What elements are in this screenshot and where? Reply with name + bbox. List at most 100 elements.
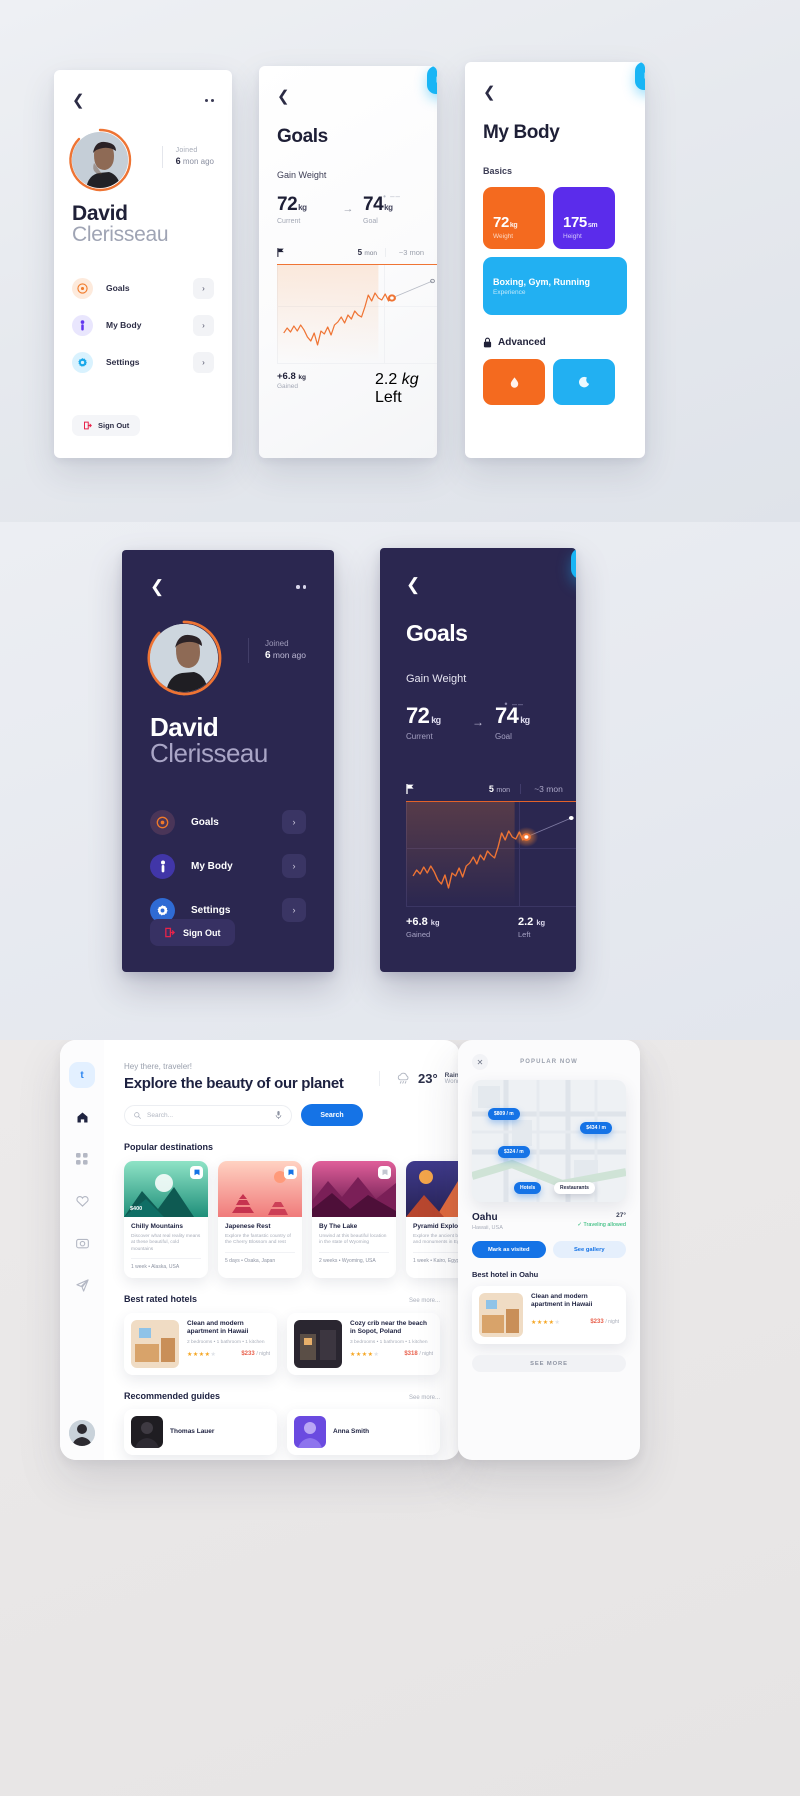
sign-out-label: Sign Out: [98, 421, 130, 430]
sidebar-item-goals[interactable]: Goals ›: [72, 273, 214, 303]
chevron-right-icon[interactable]: ›: [282, 810, 306, 834]
sign-out-button[interactable]: Sign Out: [72, 415, 141, 436]
user-avatar[interactable]: [69, 1420, 95, 1446]
hotel-sub: 3 bedrooms • 1 bathroom • 1 kitchen: [350, 1339, 428, 1345]
close-icon[interactable]: ✕: [472, 1054, 488, 1070]
more-dots-icon[interactable]: [296, 585, 306, 589]
joined-value-rest: mon ago: [180, 157, 214, 167]
chat-bubble-icon[interactable]: [635, 62, 645, 90]
rain-cloud-icon: [397, 1072, 409, 1084]
sidebar-item-label: Settings: [106, 357, 140, 367]
sidebar-item-grid[interactable]: [69, 1146, 95, 1172]
hotel-thumbnail: [294, 1319, 342, 1368]
chevron-right-icon[interactable]: ›: [282, 854, 306, 878]
map-price-pin[interactable]: $434 / m: [580, 1122, 612, 1134]
travel-phone: ✕ POPULAR NOW $809 / m $434 / m $324 / m…: [458, 1040, 640, 1460]
list-item[interactable]: Japenese Rest Explore the fantastic coun…: [218, 1161, 302, 1278]
elapsed-value: 5: [488, 783, 494, 794]
chat-bubble-icon[interactable]: [427, 66, 437, 94]
back-icon[interactable]: ❮: [406, 575, 420, 595]
map-graphic: [472, 1080, 626, 1202]
guide-name: Thomas Lauer: [170, 1428, 215, 1436]
weight-unit: kg: [509, 222, 518, 229]
search-icon: [134, 1111, 141, 1119]
bookmark-icon[interactable]: [190, 1166, 203, 1179]
hotel-sub: 2 bedrooms • 1 bathroom • 1 kitchen: [187, 1339, 265, 1345]
person-icon: [150, 853, 175, 879]
tile-weight[interactable]: 72kg Weight: [483, 187, 545, 249]
elapsed-value: 5: [357, 248, 363, 257]
microphone-icon[interactable]: [275, 1111, 282, 1119]
map-chip-restaurants[interactable]: Restaurants: [554, 1182, 595, 1194]
hotel-per: / night: [605, 1319, 619, 1326]
app-logo[interactable]: t: [69, 1062, 95, 1088]
list-item[interactable]: Thomas Lauer: [124, 1408, 277, 1455]
list-item[interactable]: Pyramid Explore Explore the ancient buil…: [406, 1161, 460, 1278]
hotel-thumbnail: [479, 1293, 523, 1337]
sidebar-item-goals[interactable]: Goals ›: [150, 805, 306, 839]
bookmark-icon[interactable]: [378, 1166, 391, 1179]
hotel-card[interactable]: Clean and modern apartment in Hawaii ★★★…: [472, 1286, 626, 1344]
joined-value-rest: mon ago: [270, 650, 306, 661]
moon-icon: [578, 376, 589, 387]
sidebar-item-home[interactable]: [69, 1104, 95, 1130]
advanced-section[interactable]: Advanced: [483, 337, 627, 348]
chevron-right-icon[interactable]: ›: [193, 277, 214, 299]
place-temp: 27°: [616, 1212, 626, 1219]
list-item[interactable]: By The Lake Unwind at this beautiful loc…: [312, 1161, 396, 1278]
flag-icon: [406, 783, 416, 794]
chat-bubble-icon[interactable]: [571, 548, 576, 579]
list-item[interactable]: Cozy crib near the beach in Sopot, Polan…: [287, 1312, 440, 1375]
sidebar-item-camera[interactable]: [69, 1230, 95, 1256]
back-icon[interactable]: ❮: [483, 85, 496, 100]
current-unit: kg: [298, 203, 307, 212]
destination-image: $400: [124, 1161, 208, 1217]
search-row: Search... Search: [124, 1104, 363, 1126]
tile-height[interactable]: 175sm Height: [553, 187, 615, 249]
destination-meta: 2 weeks • Wyoming, USA: [319, 1251, 389, 1264]
tile-advanced-2[interactable]: [553, 359, 615, 405]
back-icon[interactable]: ❮: [277, 89, 290, 104]
left-unit: kg: [536, 918, 546, 927]
left-value: 2.2: [518, 916, 534, 928]
see-more-link[interactable]: See more...: [409, 1298, 440, 1304]
tile-experience[interactable]: Boxing, Gym, Running Experience: [483, 257, 627, 315]
weight-chart: 5 mon ~3 mon +6.8 kg Gained 2.2 kg Left: [406, 776, 576, 946]
map-view[interactable]: $809 / m $434 / m $324 / m Hotels Restau…: [472, 1080, 626, 1202]
sidebar-item-my-body[interactable]: My Body ›: [72, 310, 214, 340]
chevron-right-icon[interactable]: ›: [193, 351, 214, 373]
list-item[interactable]: $400 Chilly Mountains Discover what real…: [124, 1161, 208, 1278]
chevron-right-icon[interactable]: ›: [282, 898, 306, 922]
map-chip-hotels[interactable]: Hotels: [514, 1182, 542, 1194]
sidebar-item-my-body[interactable]: My Body ›: [150, 849, 306, 883]
sidebar-item-settings[interactable]: Settings ›: [72, 347, 214, 377]
bookmark-icon[interactable]: [284, 1166, 297, 1179]
back-icon[interactable]: ❮: [150, 577, 164, 597]
hotel-thumbnail: [131, 1319, 179, 1368]
chevron-right-icon[interactable]: ›: [193, 314, 214, 336]
back-icon[interactable]: ❮: [72, 93, 85, 108]
gained-unit: kg: [298, 374, 306, 381]
left-value: 2.2: [375, 371, 398, 388]
gear-icon: [72, 351, 93, 373]
sign-out-button[interactable]: Sign Out: [150, 919, 235, 946]
sidebar-item-favorites[interactable]: [69, 1188, 95, 1214]
see-more-link[interactable]: See more...: [409, 1395, 440, 1401]
goal-options-icon[interactable]: • ––: [504, 699, 524, 709]
avatar: [147, 620, 222, 696]
tile-advanced-1[interactable]: [483, 359, 545, 405]
see-gallery-button[interactable]: See gallery: [552, 1241, 626, 1258]
sidebar-item-send[interactable]: [69, 1272, 95, 1298]
see-more-button[interactable]: SEE MORE: [472, 1355, 626, 1372]
map-price-pin[interactable]: $324 / m: [498, 1146, 530, 1158]
goal-options-icon[interactable]: • ––: [383, 192, 401, 201]
mark-as-visited-button[interactable]: Mark as visited: [472, 1241, 546, 1258]
guides-header: Recommended guides See more...: [124, 1391, 440, 1401]
search-button[interactable]: Search: [301, 1104, 363, 1126]
more-dots-icon[interactable]: [205, 98, 214, 102]
map-price-pin[interactable]: $809 / m: [488, 1108, 520, 1120]
list-item[interactable]: Clean and modern apartment in Hawaii 2 b…: [124, 1312, 277, 1375]
list-item[interactable]: Anna Smith: [287, 1408, 440, 1455]
page-title: My Body: [483, 122, 560, 143]
search-input[interactable]: Search...: [124, 1104, 292, 1126]
